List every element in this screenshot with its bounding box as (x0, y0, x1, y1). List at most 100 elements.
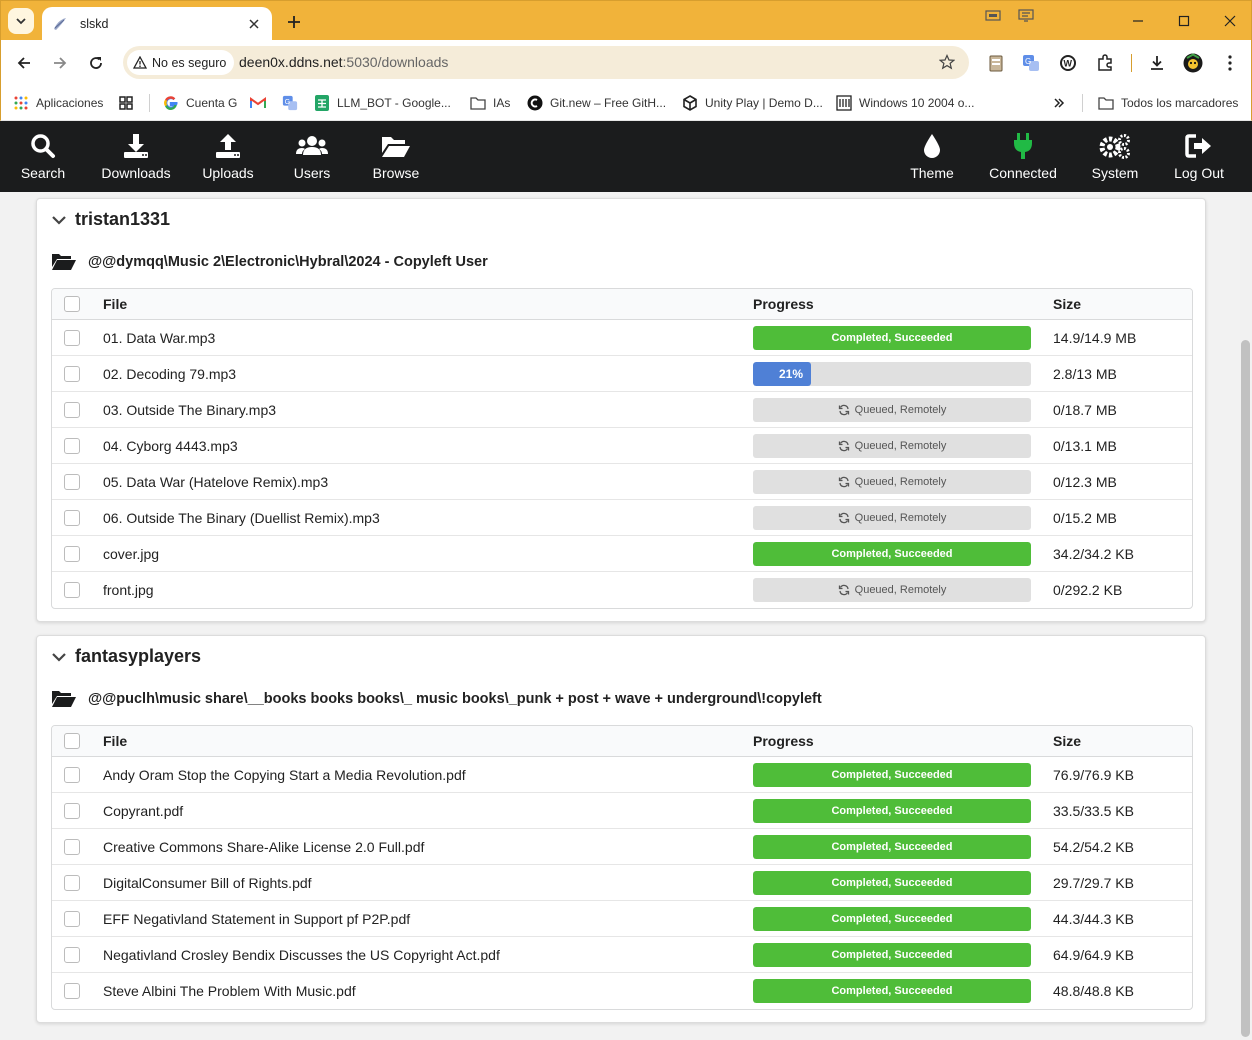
extension-w-icon[interactable]: W (1058, 53, 1078, 73)
progress-label: Completed, Succeeded (753, 871, 1031, 895)
nav-uploads[interactable]: Uploads (198, 121, 258, 192)
table-row[interactable]: Andy Oram Stop the Copying Start a Media… (52, 757, 1192, 793)
cast-icon[interactable] (985, 9, 1001, 23)
bookmark-gitnew[interactable]: Git.new – Free GitH... (527, 92, 666, 114)
extension-translate-icon[interactable]: G (1021, 53, 1041, 73)
row-checkbox[interactable] (64, 329, 80, 346)
nav-browse[interactable]: Browse (368, 121, 424, 192)
nav-system[interactable]: System (1087, 121, 1143, 192)
extension-notes-icon[interactable] (986, 53, 1006, 73)
row-checkbox[interactable] (64, 401, 80, 418)
nav-label: Uploads (202, 164, 254, 181)
table-row[interactable]: front.jpg Queued, Remotely 0/292.2 KB (52, 572, 1192, 608)
nav-search[interactable]: Search (15, 121, 71, 192)
row-checkbox[interactable] (64, 946, 80, 963)
bookmark-label: Windows 10 2004 o... (859, 96, 975, 110)
table-row[interactable]: 03. Outside The Binary.mp3 Queued, Remote… (52, 392, 1192, 428)
progress-state: Completed, Succeeded (831, 768, 953, 781)
close-window-button[interactable] (1207, 1, 1252, 41)
profile-avatar-icon[interactable] (1183, 53, 1203, 73)
minimize-window-button[interactable] (1115, 1, 1161, 41)
row-checkbox[interactable] (64, 545, 80, 562)
file-name: DigitalConsumer Bill of Rights.pdf (103, 874, 312, 891)
bookmarks-bar: Aplicaciones Cuenta G G LLM_BOT - Google… (0, 85, 1252, 121)
bookmark-apps[interactable]: Aplicaciones (13, 92, 103, 114)
close-tab-icon[interactable] (246, 16, 262, 32)
more-bookmarks-button[interactable] (1051, 92, 1074, 114)
security-chip[interactable]: No es seguro (127, 50, 235, 75)
table-row[interactable]: DigitalConsumer Bill of Rights.pdf Comple… (52, 865, 1192, 901)
back-button[interactable] (11, 50, 37, 76)
row-checkbox[interactable] (64, 473, 80, 490)
nav-connected[interactable]: Connected (984, 121, 1062, 192)
download-icon (124, 133, 148, 158)
row-checkbox[interactable] (64, 874, 80, 891)
table-row[interactable]: Creative Commons Share-Alike License 2.0… (52, 829, 1192, 865)
select-all-checkbox[interactable] (64, 733, 80, 749)
table-row[interactable]: cover.jpg Completed, Succeeded 34.2/34.2 K… (52, 536, 1192, 572)
bookmark-star-icon[interactable] (939, 54, 955, 70)
select-all-checkbox[interactable] (64, 296, 80, 312)
file-name: 02. Decoding 79.mp3 (103, 365, 237, 382)
browser-menu-icon[interactable] (1220, 53, 1240, 73)
close-icon (1224, 15, 1236, 27)
table-row[interactable]: Steve Albini The Problem With Music.pdf C… (52, 973, 1192, 1009)
bookmark-dashboard[interactable] (118, 92, 141, 114)
bookmark-gmail[interactable] (250, 92, 273, 114)
maximize-window-button[interactable] (1161, 1, 1207, 41)
file-name: Negativland Crosley Bendix Discusses the… (103, 946, 500, 963)
chevron-down-icon (52, 652, 66, 662)
table-row[interactable]: 02. Decoding 79.mp3 21% 2.8/13 MB (52, 356, 1192, 392)
row-checkbox[interactable] (64, 910, 80, 927)
tab-search-button[interactable] (8, 8, 34, 34)
bookmark-translate[interactable]: G (282, 92, 305, 114)
header-size: Size (1053, 296, 1082, 312)
nav-downloads[interactable]: Downloads (97, 121, 175, 192)
table-row[interactable]: 06. Outside The Binary (Duellist Remix).… (52, 500, 1192, 536)
nav-logout[interactable]: Log Out (1170, 121, 1228, 192)
row-checkbox[interactable] (64, 983, 80, 999)
downloads-icon[interactable] (1147, 53, 1167, 73)
bookmark-label: Todos los marcadores (1121, 96, 1239, 110)
table-row[interactable]: Negativland Crosley Bendix Discusses the… (52, 937, 1192, 973)
extensions-puzzle-icon[interactable] (1095, 53, 1115, 73)
progress-label: Completed, Succeeded (753, 943, 1031, 967)
row-checkbox[interactable] (64, 838, 80, 855)
nav-theme[interactable]: Theme (905, 121, 959, 192)
user-header[interactable]: fantasyplayers (51, 646, 201, 667)
forward-button[interactable] (47, 50, 73, 76)
file-name: 03. Outside The Binary.mp3 (103, 401, 277, 418)
row-checkbox[interactable] (64, 766, 80, 783)
screen-capture-icon[interactable] (1018, 9, 1034, 23)
file-name: 05. Data War (Hatelove Remix).mp3 (103, 473, 329, 490)
row-checkbox[interactable] (64, 802, 80, 819)
row-checkbox[interactable] (64, 582, 80, 598)
row-checkbox[interactable] (64, 509, 80, 526)
bookmark-llm-bot[interactable]: LLM_BOT - Google... (314, 92, 451, 114)
double-chevron-right-icon (1051, 95, 1067, 111)
address-bar[interactable]: No es seguro deen0x.ddns.net:5030/downlo… (123, 46, 969, 79)
bookmark-all[interactable]: Todos los marcadores (1098, 92, 1238, 114)
table-row[interactable]: 05. Data War (Hatelove Remix).mp3 Queued,… (52, 464, 1192, 500)
progress-label: Completed, Succeeded (753, 542, 1031, 566)
table-row[interactable]: 01. Data War.mp3 Completed, Succeeded 14.9… (52, 320, 1192, 356)
security-label: No es seguro (152, 55, 227, 70)
browser-tab[interactable]: slskd (42, 7, 272, 41)
file-size: 0/15.2 MB (1053, 509, 1117, 526)
bookmark-cuenta-g[interactable]: Cuenta G (163, 92, 237, 114)
table-row[interactable]: Copyrant.pdf Completed, Succeeded 33.5/33.… (52, 793, 1192, 829)
user-header[interactable]: tristan1331 (51, 209, 170, 230)
bookmark-ias[interactable]: IAs (470, 92, 510, 114)
droplet-icon (924, 133, 940, 158)
scrollbar-thumb[interactable] (1241, 340, 1250, 1037)
row-checkbox[interactable] (64, 365, 80, 382)
bookmark-windows[interactable]: Windows 10 2004 o... (836, 92, 974, 114)
new-tab-button[interactable] (283, 11, 305, 33)
table-row[interactable]: 04. Cyborg 4443.mp3 Queued, Remotely 0/13.… (52, 428, 1192, 464)
reload-button[interactable] (83, 50, 109, 76)
row-checkbox[interactable] (64, 437, 80, 454)
table-header-row: File Progress Size (52, 726, 1192, 757)
bookmark-unity[interactable]: Unity Play | Demo D... (682, 92, 823, 114)
table-row[interactable]: EFF Negativland Statement in Support pf … (52, 901, 1192, 937)
nav-users[interactable]: Users (288, 121, 336, 192)
